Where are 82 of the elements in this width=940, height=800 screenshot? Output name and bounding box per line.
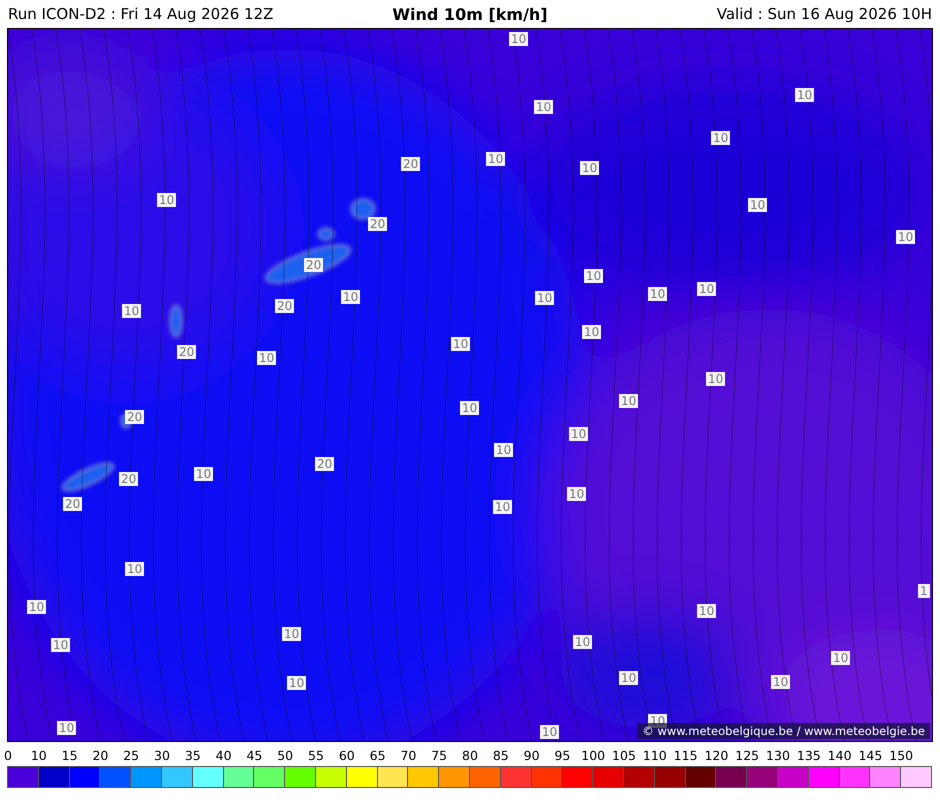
contour-label: 10 — [748, 198, 768, 212]
contour-label: 20 — [177, 345, 196, 359]
contour-label: 10 — [584, 269, 604, 283]
scale-tick-label: 140 — [828, 748, 852, 765]
scale-tick-label: 10 — [30, 748, 47, 765]
scale-tick-label: 130 — [766, 748, 790, 765]
contour-label: 10 — [697, 604, 716, 618]
contour-label: 20 — [119, 472, 138, 486]
contour-label: 10 — [157, 193, 176, 207]
scale-tick-label: 30 — [154, 748, 170, 765]
contour-label: 10 — [287, 676, 306, 690]
scale-tick-label: 20 — [92, 748, 108, 765]
contour-label: 10 — [567, 487, 586, 501]
contour-label: 10 — [257, 351, 276, 365]
scale-tick-label: 80 — [462, 748, 478, 765]
scale-tick-label: 115 — [674, 748, 698, 765]
contour-label: 10 — [771, 675, 790, 689]
contour-label: 10 — [573, 635, 592, 649]
contour-label: 10 — [122, 304, 142, 318]
contour-label: 20 — [315, 457, 334, 471]
contour-label: 10 — [534, 100, 554, 114]
contour-label: 20 — [304, 258, 324, 272]
scale-tick-label: 100 — [581, 748, 606, 765]
contour-label: 10 — [51, 638, 70, 652]
scale-tick-label: 65 — [370, 748, 386, 765]
contour-label: 10 — [494, 443, 514, 457]
scale-tick-label: 105 — [612, 748, 636, 765]
scale-tick-label: 70 — [400, 748, 416, 765]
contour-label: 10 — [580, 161, 600, 175]
chart-title: Wind 10m [km/h] — [392, 4, 548, 24]
scale-tick-label: 125 — [735, 748, 760, 765]
contour-label: 10 — [486, 152, 506, 166]
scale-tick-label: 25 — [123, 748, 140, 765]
contour-label: 10 — [619, 671, 638, 685]
scale-tick-label: 35 — [184, 748, 201, 765]
scale-tick-label: 90 — [524, 748, 540, 765]
scale-tick-label: 95 — [554, 748, 570, 765]
contour-label: 20 — [63, 497, 82, 511]
scale-tick-label: 15 — [62, 748, 78, 765]
contour-label: 10 — [648, 287, 668, 301]
contour-label: 20 — [275, 299, 294, 313]
run-label: Run ICON-D2 : Fri 14 Aug 2026 12Z — [8, 5, 274, 23]
contour-label: 10 — [540, 725, 560, 739]
contour-label: 10 — [896, 230, 916, 244]
contour-label: 10 — [282, 627, 302, 641]
contour-label: 20 — [368, 217, 388, 231]
contour-label: 10 — [795, 88, 814, 102]
contour-label: 10 — [569, 427, 588, 441]
contour-label: 10 — [535, 291, 554, 305]
contour-label: 10 — [460, 401, 480, 415]
valid-time-label: Valid : Sun 16 Aug 2026 10H — [716, 5, 932, 23]
scale-tick-label: 75 — [431, 748, 448, 765]
copyright-notice: © www.meteobelgique.be / www.meteobelgie.be — [637, 723, 930, 739]
contour-label: 20 — [401, 157, 420, 171]
scale-tick-label: 110 — [642, 748, 667, 765]
contour-label: 10 — [194, 467, 214, 481]
contour-label: 10 — [493, 500, 512, 514]
scale-tick-label: 120 — [704, 748, 728, 765]
scale-tick-label: 55 — [308, 748, 324, 765]
scale-tick-label: 50 — [277, 748, 294, 765]
scale-tick-label: 145 — [858, 748, 882, 765]
contour-label: 10 — [341, 290, 360, 304]
contour-label: 10 — [451, 337, 470, 351]
scale-tick-label: 85 — [492, 748, 509, 765]
contour-label: 10 — [697, 282, 716, 296]
contour-label: 10 — [711, 131, 730, 145]
scale-tick-label: 0 — [4, 748, 12, 765]
contour-label: 10 — [125, 562, 144, 576]
contour-label: 10 — [582, 325, 602, 339]
scale-tick-label: 150 — [889, 748, 914, 765]
scale-tick-label: 40 — [216, 748, 232, 765]
scale-tick-label: 60 — [338, 748, 355, 765]
contour-label: 10 — [509, 32, 528, 46]
contour-label: 1 — [918, 584, 930, 598]
contour-label: 10 — [57, 721, 76, 735]
contour-label: 10 — [706, 372, 726, 386]
contour-label: 10 — [831, 651, 850, 665]
scale-tick-label: 135 — [796, 748, 821, 765]
contour-label: 10 — [619, 394, 638, 408]
contour-label: 10 — [27, 600, 46, 614]
scale-tick-label: 45 — [246, 748, 262, 765]
contour-label: 20 — [125, 410, 144, 424]
